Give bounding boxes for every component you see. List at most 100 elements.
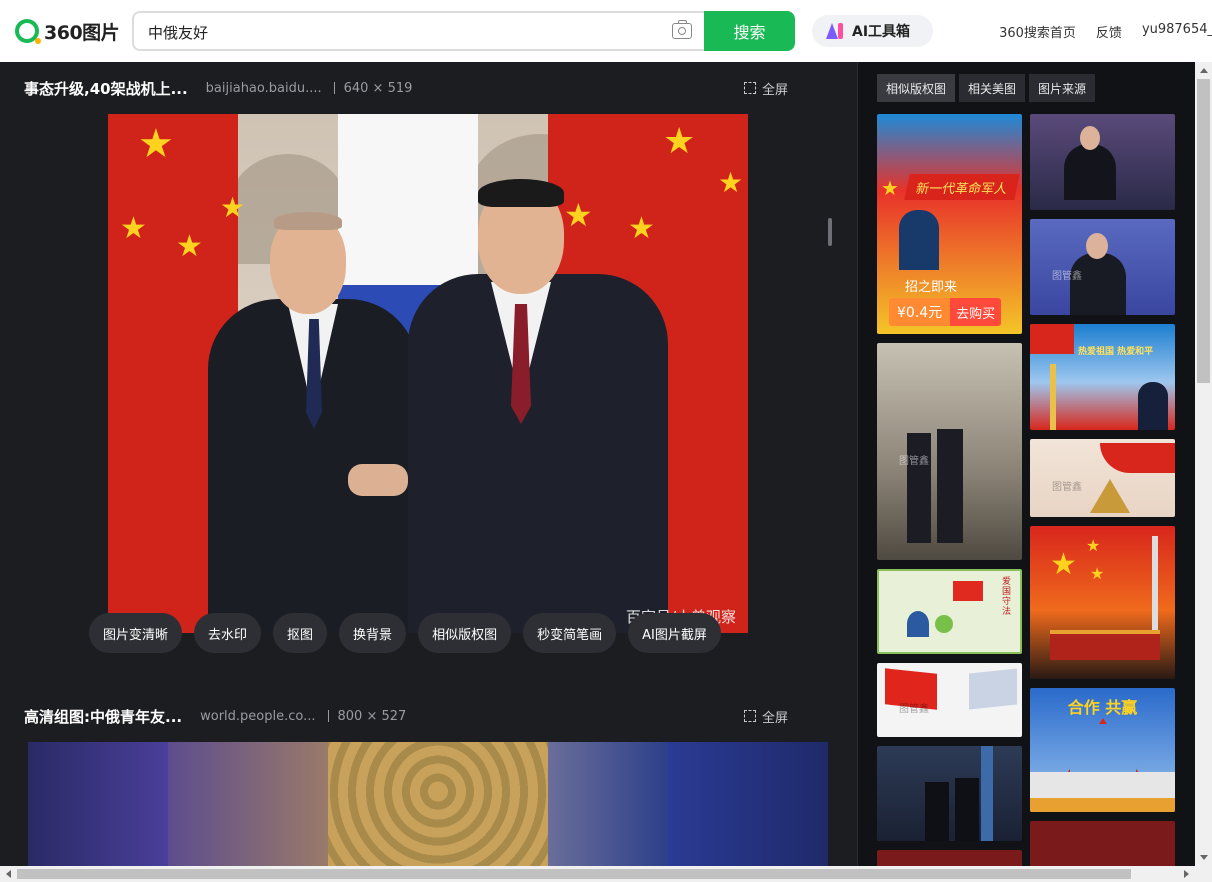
scroll-down-icon[interactable] [1200, 855, 1208, 860]
fullscreen-label: 全屏 [761, 710, 788, 726]
tool-similar-copyright-button[interactable]: 相似版权图 [418, 613, 512, 653]
divider [333, 82, 335, 94]
fabric-purple [168, 742, 328, 866]
cartoon-badge: 爱国守法 [1002, 577, 1012, 617]
result-image[interactable]: ★ ★ ★ ★ ★ ★ ★ ★ 百家号/小曾观察 [108, 114, 748, 633]
flag [1100, 443, 1175, 473]
image-thumbnail[interactable] [877, 746, 1022, 841]
base-stripe [1030, 798, 1175, 812]
flag [953, 581, 983, 601]
search-button[interactable]: 搜索 [704, 11, 795, 51]
top-links: 360搜索首页 反馈 yu987654_ [979, 22, 1212, 41]
star-icon: ★ [628, 211, 655, 246]
image-thumbnail[interactable] [1030, 821, 1175, 866]
fabric-gold [328, 742, 548, 866]
tab-similar-copyright[interactable]: 相似版权图 [877, 74, 956, 102]
figure [955, 778, 979, 841]
result-image[interactable] [28, 742, 828, 866]
cartoon-figure [907, 611, 929, 637]
search-box [132, 11, 706, 51]
tab-image-source[interactable]: 图片来源 [1029, 74, 1096, 102]
ai-toolbox-label: AI工具箱 [852, 24, 911, 40]
poster-thumbnail[interactable]: 热爱祖国 热爱和平 [1030, 324, 1175, 430]
image-thumbnail[interactable]: 图管鑫 [1030, 439, 1175, 517]
tab-related-images[interactable]: 相关美图 [959, 74, 1026, 102]
thumbnail-watermark: 图管鑫 [899, 455, 929, 467]
ad-thumbnail[interactable]: 新一代革命军人 ★ 招之即来 ¥0.4元 去购买 [877, 114, 1022, 334]
figure-head [1080, 126, 1100, 150]
star-icon: ★ [138, 121, 174, 167]
image-thumbnail[interactable] [1030, 114, 1175, 210]
star-icon: ★ [663, 121, 696, 162]
user-name[interactable]: yu987654_ [1142, 22, 1212, 41]
flag [981, 746, 993, 841]
cartoon-figure [935, 615, 953, 633]
fabric-blue [668, 742, 828, 866]
logo-icon [15, 19, 41, 44]
tool-sketch-button[interactable]: 秒变简笔画 [523, 613, 617, 653]
tool-cutout-button[interactable]: 抠图 [273, 613, 328, 653]
star-icon: ★ [1050, 547, 1077, 582]
link-feedback[interactable]: 反馈 [1096, 22, 1122, 41]
image-thumbnail[interactable]: 图管鑫 [877, 343, 1022, 560]
ai-toolbox-button[interactable]: AI工具箱 [812, 15, 933, 47]
image-thumbnail[interactable] [877, 850, 1022, 866]
figure [1070, 253, 1126, 315]
fullscreen-icon [743, 710, 756, 722]
flags-thumbnail[interactable]: 图管鑫 [877, 663, 1022, 737]
result-source[interactable]: baijiahao.baidu.... [206, 81, 322, 96]
triangle-emblem [1064, 718, 1142, 778]
top-header: 360图片 搜索 AI工具箱 360搜索首页 反馈 yu987654_ [0, 0, 1212, 62]
fabric-blue [28, 742, 168, 866]
scrollbar-thumb[interactable] [17, 869, 1131, 879]
image-thumbnail[interactable]: 图管鑫 [1030, 219, 1175, 315]
star-icon: ★ [718, 166, 744, 199]
search-input[interactable] [148, 21, 648, 43]
cartoon-thumbnail[interactable]: 爱国守法 [877, 569, 1022, 654]
cooperation-thumbnail[interactable]: 合作 共赢 [1030, 688, 1175, 812]
star-icon: ★ [1086, 536, 1101, 555]
ai-icon [826, 23, 846, 39]
result-source[interactable]: world.people.co... [200, 709, 315, 724]
ad-banner: 新一代革命军人 [904, 174, 1020, 200]
scrollbar-thumb[interactable] [1197, 79, 1210, 383]
horizontal-scrollbar[interactable] [0, 866, 1212, 882]
side-panel: 相似版权图 相关美图 图片来源 新一代革命军人 ★ 招之即来 ¥0.4元 去购买… [857, 62, 1195, 866]
link-360-home[interactable]: 360搜索首页 [999, 22, 1076, 41]
result-title[interactable]: 高清组图:中俄青年友... [24, 706, 182, 727]
scroll-left-icon[interactable] [6, 870, 11, 878]
figure-head [1086, 233, 1108, 259]
fullscreen-button[interactable]: 全屏 [743, 79, 788, 98]
figure [907, 433, 931, 543]
site-logo[interactable]: 360图片 [15, 18, 120, 44]
image-thumbnail[interactable]: ★ ★ ★ [1030, 526, 1175, 679]
thumbnail-watermark: 图管鑫 [1052, 271, 1082, 282]
rocket-tower [1152, 536, 1158, 636]
ad-price-tag[interactable]: ¥0.4元 去购买 [889, 298, 1002, 326]
tool-change-background-button[interactable]: 换背景 [339, 613, 407, 653]
flag [1030, 324, 1074, 354]
tool-enhance-button[interactable]: 图片变清晰 [89, 613, 183, 653]
result-title[interactable]: 事态升级,40架战机上... [24, 78, 188, 99]
result-size: 800 × 527 [337, 708, 407, 724]
figure [1138, 382, 1168, 430]
side-tabs: 相似版权图 相关美图 图片来源 [877, 74, 1099, 102]
image-scroll-indicator[interactable] [828, 218, 832, 246]
tool-ai-screenshot-button[interactable]: AI图片截屏 [628, 613, 721, 653]
camera-icon[interactable] [672, 20, 692, 39]
scroll-up-icon[interactable] [1200, 68, 1208, 73]
divider [327, 710, 329, 722]
image-tools: 图片变清晰 去水印 抠图 换背景 相似版权图 秒变简笔画 AI图片截屏 [89, 613, 733, 653]
fullscreen-button[interactable]: 全屏 [743, 707, 788, 726]
ad-buy-button[interactable]: 去购买 [950, 298, 1002, 326]
huabiao-column [1050, 364, 1056, 430]
tool-remove-watermark-button[interactable]: 去水印 [194, 613, 262, 653]
cooperation-text: 合作 共赢 [1067, 698, 1138, 717]
scroll-right-icon[interactable] [1184, 870, 1189, 878]
fullscreen-label: 全屏 [761, 82, 788, 98]
result-header: 事态升级,40架战机上... baijiahao.baidu.... 640 ×… [24, 78, 824, 98]
ad-slogan: 招之即来 [905, 280, 958, 295]
vertical-scrollbar[interactable] [1195, 62, 1212, 866]
result-size: 640 × 519 [343, 80, 413, 96]
star-icon: ★ [120, 211, 147, 246]
